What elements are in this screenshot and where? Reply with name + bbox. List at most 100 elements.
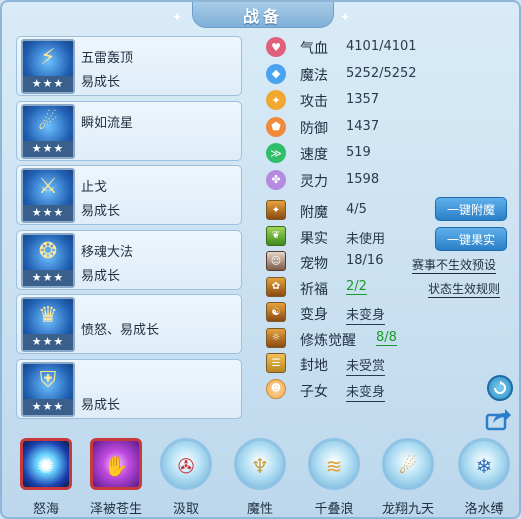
- halt-skill-icon: ⚔ ★★★: [21, 168, 75, 223]
- fruit-icon: ❦: [266, 225, 286, 246]
- blessing-palm-icon: ✋: [90, 438, 142, 490]
- child-icon: ☻: [266, 378, 286, 399]
- title-ornament-left-icon: ✦: [172, 10, 183, 24]
- extra-value[interactable]: 未受赏: [346, 355, 386, 376]
- skill-trait: 愤怒、易成长: [81, 323, 160, 338]
- stat-value: 1598: [346, 171, 380, 187]
- attribute-stats: ♥ 气血 4101/4101 ◆ 魔法 5252/5252 ✦ 攻击 1357 …: [264, 34, 514, 193]
- tournament-preset-link[interactable]: 赛事不生效预设: [412, 256, 497, 274]
- wave-icon: ≋: [308, 438, 360, 490]
- stat-row: ≫ 速度 519: [264, 140, 514, 167]
- extra-value: 未使用: [346, 231, 386, 247]
- skill-card[interactable]: ⚡ ★★★ 五雷轰顶 易成长: [16, 36, 242, 96]
- title-banner: 战备: [192, 2, 334, 28]
- extra-row: ☯ 变身 未变身: [264, 300, 514, 326]
- bottom-skill-label: 汲取: [172, 502, 199, 517]
- stat-label: 灵力: [300, 173, 328, 190]
- skill-name: 五雷轰顶: [81, 51, 134, 66]
- skill-card[interactable]: ⛨ ★★★ 易成长: [16, 358, 242, 419]
- spirit-icon: ✤: [266, 169, 286, 190]
- title-ornament-right-icon: ✦: [340, 10, 351, 24]
- pet-icon: ☺: [266, 251, 286, 271]
- refresh-icon[interactable]: [487, 375, 513, 401]
- share-icon[interactable]: [485, 406, 511, 432]
- angry-sea-icon: ✺: [20, 438, 72, 490]
- extra-label: 祈福: [300, 281, 328, 298]
- bottom-skill-slot[interactable]: ✋ 泽被苍生: [86, 432, 146, 517]
- status-rules-link[interactable]: 状态生效规则: [428, 280, 501, 298]
- star-rating: ★★★: [23, 398, 73, 415]
- star-rating: ★★★: [23, 205, 73, 221]
- absorb-icon: ✇: [160, 438, 212, 490]
- star-rating: ★★★: [23, 269, 73, 286]
- extra-label: 果实: [300, 230, 328, 247]
- stat-label: 防御: [300, 120, 328, 137]
- meteor-skill-icon: ☄ ★★★: [21, 103, 75, 159]
- star-rating: ★★★: [23, 76, 73, 92]
- demonic-icon: ♆: [234, 438, 286, 490]
- extra-label: 修炼觉醒: [300, 332, 356, 349]
- skill-card[interactable]: ♛ ★★★ 愤怒、易成长: [16, 294, 242, 354]
- defense-icon: ⬟: [266, 116, 286, 137]
- cultivation-icon: ☼: [266, 327, 286, 348]
- extra-value[interactable]: 未变身: [346, 381, 386, 402]
- stat-value: 5252/5252: [346, 65, 417, 81]
- bottom-skill-slot[interactable]: ❄ 洛水缚: [454, 432, 514, 517]
- stat-value: 1437: [346, 118, 380, 134]
- extra-value[interactable]: 未变身: [346, 304, 386, 325]
- bottom-skill-slot[interactable]: ✇ 汲取: [156, 432, 216, 517]
- extra-row: ☻ 子女 未变身: [264, 377, 514, 403]
- extra-value: 4/5: [346, 202, 367, 217]
- skill-trait: 易成长: [81, 75, 121, 90]
- attack-icon: ✦: [266, 90, 286, 110]
- stat-label: 魔法: [300, 67, 328, 84]
- fury-skill-icon: ♛ ★★★: [21, 297, 75, 352]
- skill-card[interactable]: ⚔ ★★★ 止戈 易成长: [16, 165, 242, 225]
- stat-value: 519: [346, 145, 371, 160]
- dragon-icon: ☄: [382, 438, 434, 490]
- transform-icon: ☯: [266, 302, 286, 322]
- blessing-icon: ✿: [266, 276, 286, 297]
- skill-card[interactable]: ☄ ★★★ 瞬如流星: [16, 100, 242, 161]
- bottom-skill-label: 龙翔九天: [381, 502, 434, 517]
- extra-label: 子女: [300, 383, 328, 400]
- bottom-skill-slot[interactable]: ☄ 龙翔九天: [378, 432, 438, 517]
- star-rating: ★★★: [23, 334, 73, 350]
- heart-icon: ♥: [266, 37, 286, 57]
- stat-value: 1357: [346, 92, 380, 107]
- skill-name: 止戈: [81, 180, 108, 195]
- extra-label: 附魔: [300, 205, 328, 221]
- skill-trait: 易成长: [81, 268, 121, 284]
- extra-value[interactable]: 2/2: [346, 279, 367, 295]
- stat-value: 4101/4101: [346, 39, 417, 54]
- bottom-skill-slot[interactable]: ♆ 魔性: [230, 432, 290, 517]
- extra-row: ☼ 修炼觉醒 8/8: [264, 326, 514, 352]
- skill-card[interactable]: ❂ ★★★ 移魂大法 易成长: [16, 229, 242, 290]
- one-click-enchant-button[interactable]: 一键附魔: [435, 197, 507, 221]
- bottom-skill-label: 洛水缚: [464, 502, 504, 517]
- extra-label: 变身: [300, 307, 328, 323]
- armor-skill-icon: ⛨ ★★★: [21, 361, 75, 417]
- extra-label: 封地: [300, 358, 328, 374]
- stat-row: ⬟ 防御 1437: [264, 114, 514, 141]
- skill-trait: 易成长: [81, 397, 121, 413]
- stat-row: ◆ 魔法 5252/5252: [264, 61, 514, 88]
- mana-icon: ◆: [266, 63, 286, 84]
- extra-value: 18/16: [346, 253, 384, 268]
- one-click-fruit-button[interactable]: 一键果实: [435, 227, 507, 251]
- soul-shift-skill-icon: ❂ ★★★: [21, 232, 75, 288]
- bottom-skill-slot[interactable]: ≋ 千叠浪: [304, 432, 364, 517]
- stat-label: 速度: [300, 147, 328, 163]
- thunder-skill-icon: ⚡ ★★★: [21, 39, 75, 94]
- extra-label: 宠物: [300, 256, 328, 272]
- panel-title: 战备: [242, 6, 283, 26]
- bottom-skill-label: 怒海: [32, 502, 59, 517]
- skill-name: 移魂大法: [81, 244, 134, 260]
- enchant-icon: ✦: [266, 200, 286, 220]
- extra-row: ☰ 封地 未受赏: [264, 351, 514, 377]
- fief-icon: ☰: [266, 353, 286, 373]
- bottom-skill-label: 泽被苍生: [89, 502, 142, 517]
- extra-value[interactable]: 8/8: [376, 330, 397, 346]
- bottom-skill-label: 魔性: [246, 502, 273, 517]
- bottom-skill-slot[interactable]: ✺ 怒海: [16, 432, 76, 517]
